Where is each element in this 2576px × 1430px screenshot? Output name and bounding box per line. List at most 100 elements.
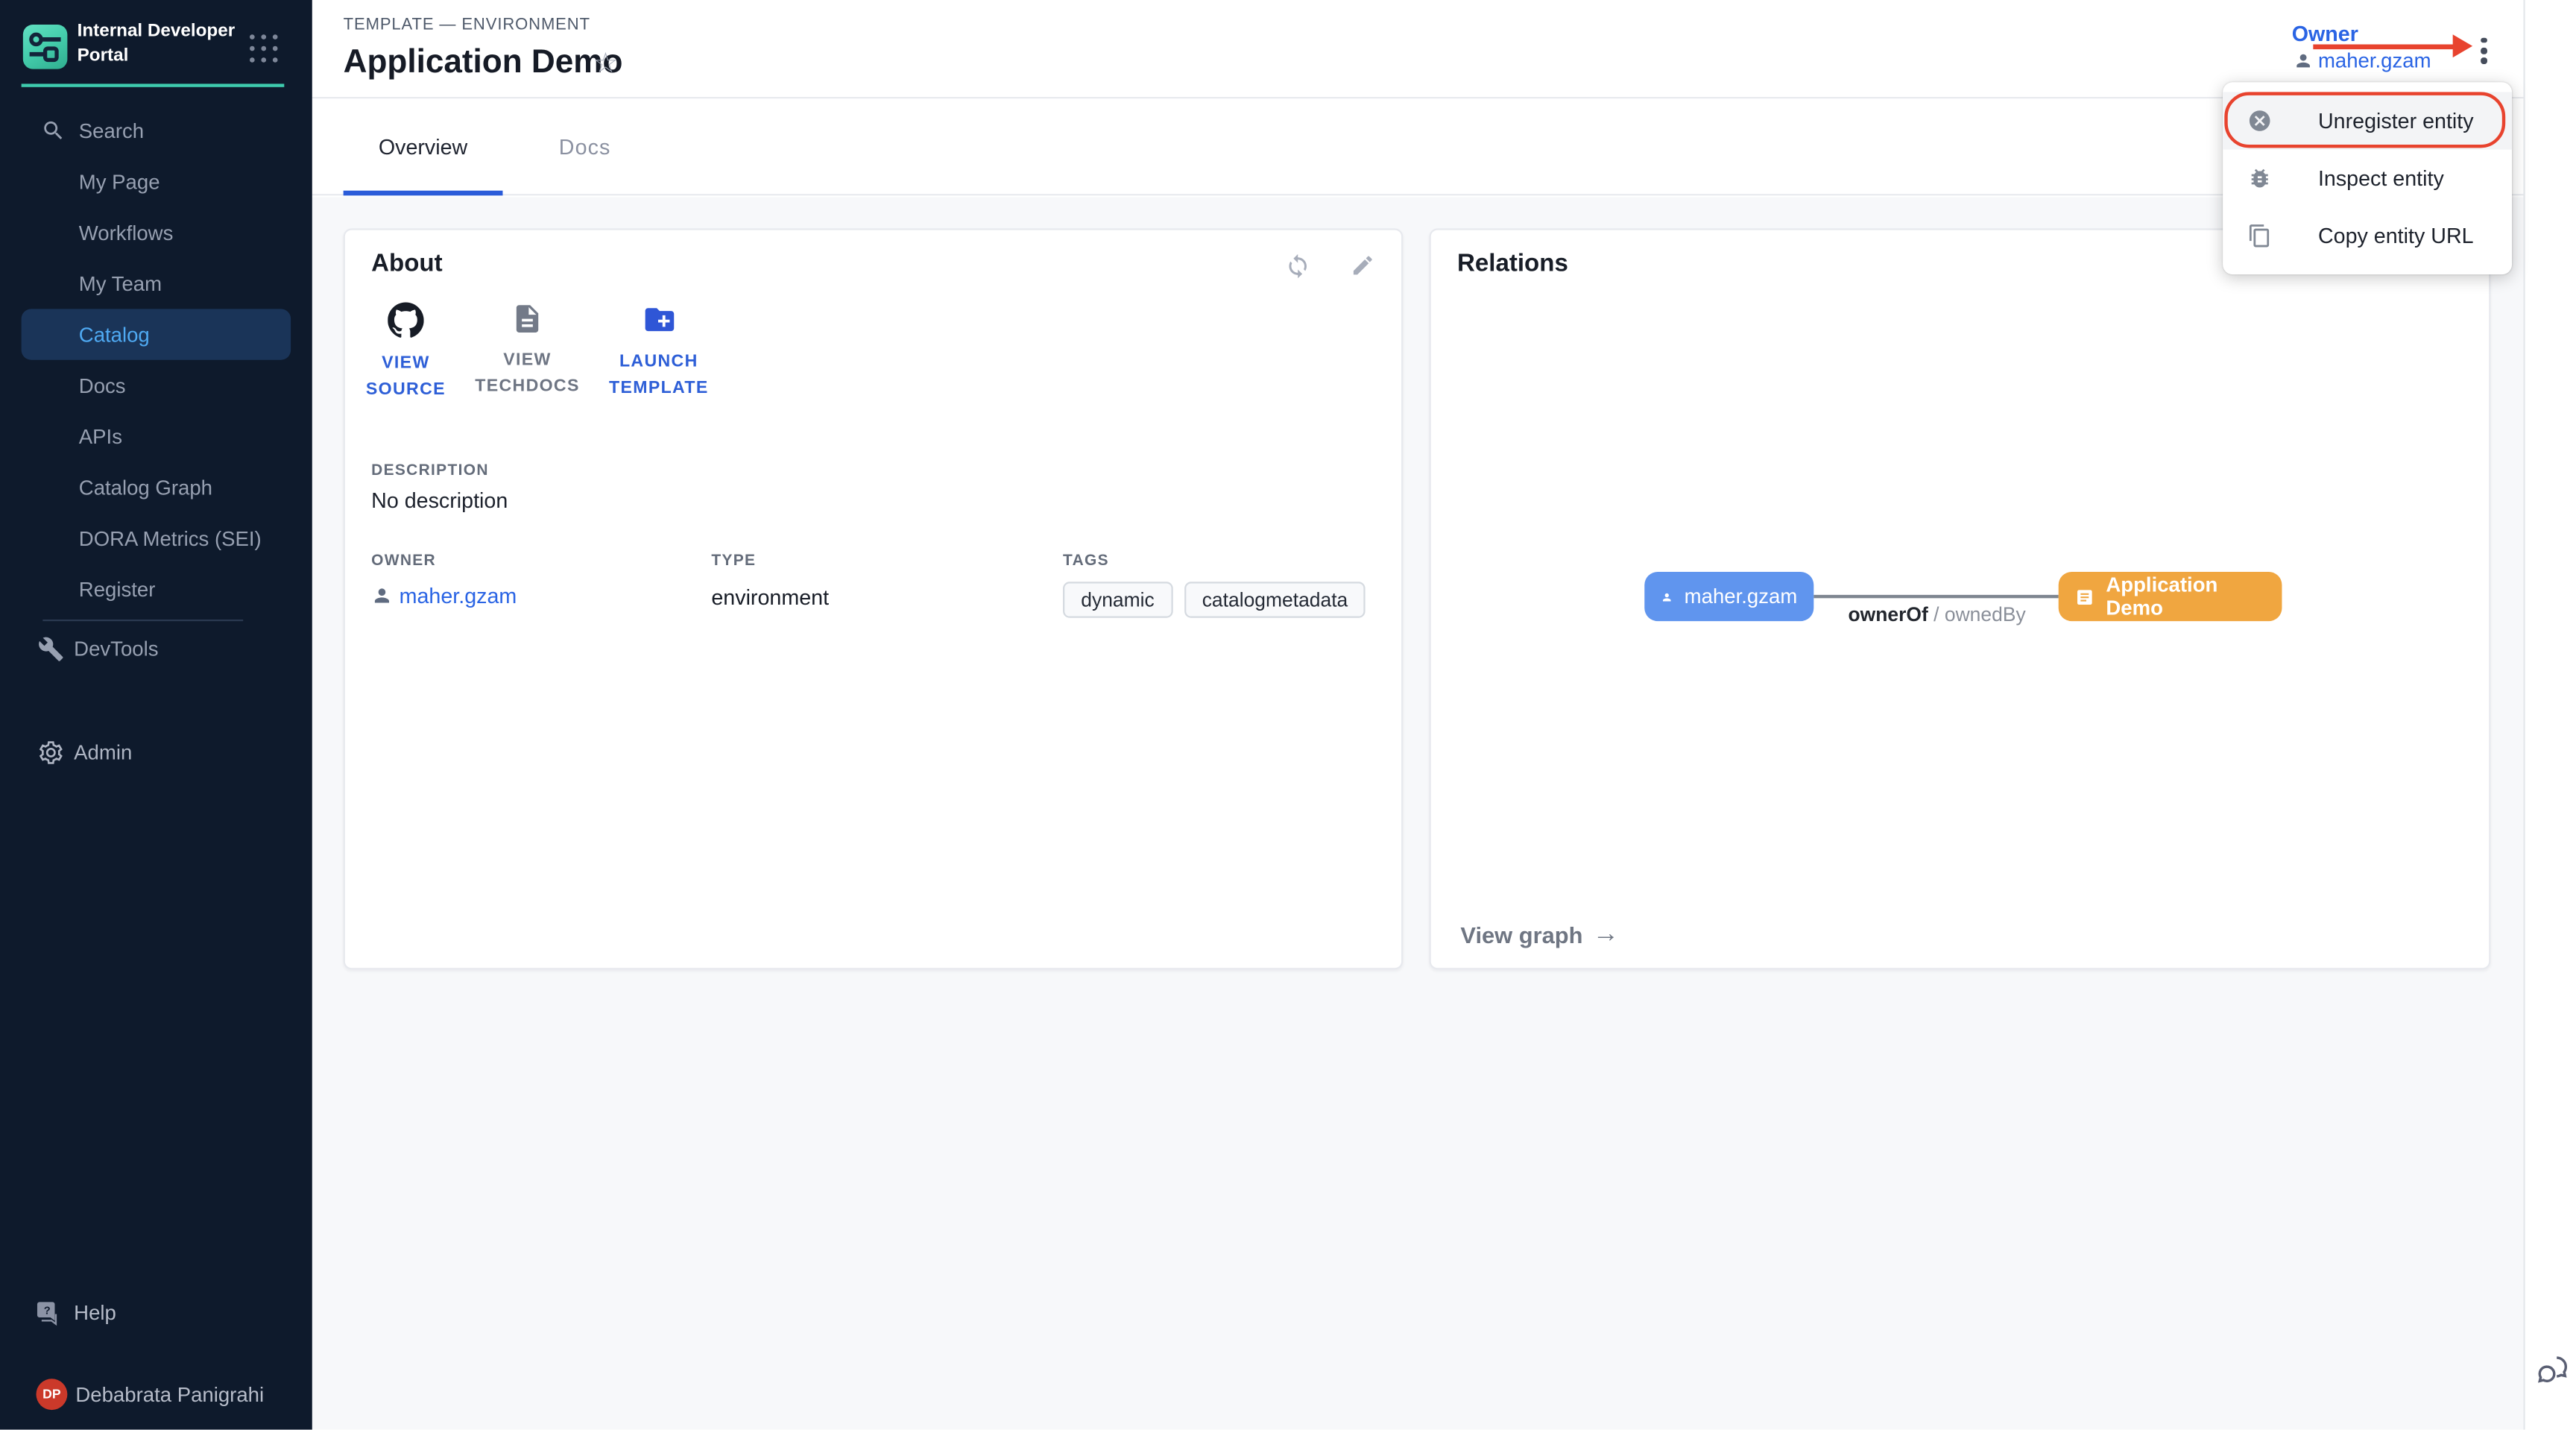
view-techdocs-button[interactable]: VIEW TECHDOCS: [476, 303, 578, 400]
sidebar-item-register[interactable]: Register: [0, 564, 312, 614]
action-label: SOURCE: [366, 379, 446, 399]
cancel-icon: [2247, 108, 2272, 133]
sidebar-item-label: Catalog: [79, 323, 150, 346]
menu-item-inspect-entity[interactable]: Inspect entity: [2223, 150, 2512, 207]
arrow-right-icon: →: [1593, 920, 1619, 950]
tab-docs[interactable]: Docs: [544, 98, 626, 195]
action-label: TECHDOCS: [475, 377, 579, 396]
type-value: environment: [711, 585, 829, 610]
bug-icon: [2247, 166, 2272, 191]
action-label: LAUNCH: [619, 352, 698, 371]
active-tab-indicator: [344, 191, 503, 196]
search-icon: [41, 119, 66, 143]
header-owner-label: Owner: [2292, 22, 2358, 46]
sidebar-item-label: Search: [79, 119, 144, 142]
sidebar-user[interactable]: DP Debabrata Panigrahi: [0, 1369, 312, 1420]
sidebar-item-label: APIs: [79, 425, 122, 448]
sidebar-item-docs[interactable]: Docs: [0, 360, 312, 411]
relation-node-label: Application Demo: [2106, 573, 2265, 620]
sidebar-item-label: Workflows: [79, 221, 174, 244]
wrench-icon: [38, 635, 64, 661]
edit-pencil-icon[interactable]: [1351, 253, 1375, 277]
menu-item-label: Unregister entity: [2318, 108, 2474, 133]
sidebar-item-label: Admin: [74, 740, 132, 763]
sidebar-item-search[interactable]: Search: [0, 105, 312, 156]
sidebar-item-devtools[interactable]: DevTools: [0, 623, 312, 673]
person-icon: [1661, 586, 1673, 608]
description-label: DESCRIPTION: [371, 462, 489, 479]
folder-plus-icon: [642, 303, 676, 337]
menu-item-label: Inspect entity: [2318, 166, 2444, 191]
relation-node-entity[interactable]: Application Demo: [2059, 572, 2282, 621]
menu-item-label: Copy entity URL: [2318, 224, 2474, 248]
sidebar-item-catalog-graph[interactable]: Catalog Graph: [0, 462, 312, 512]
action-label: VIEW: [382, 353, 429, 373]
menu-item-unregister-entity[interactable]: Unregister entity: [2223, 92, 2512, 149]
tag-chip[interactable]: dynamic: [1063, 582, 1172, 617]
template-doc-icon: [2075, 586, 2094, 608]
tag-chip[interactable]: catalogmetadata: [1184, 582, 1366, 617]
menu-item-copy-entity-url[interactable]: Copy entity URL: [2223, 207, 2512, 265]
owner-label: OWNER: [371, 552, 517, 570]
github-icon: [388, 303, 423, 338]
description-value: No description: [371, 488, 508, 513]
app-logo[interactable]: [23, 25, 68, 69]
sidebar-item-label: DevTools: [74, 637, 158, 660]
app-root: Internal Developer Portal Search My Page…: [0, 0, 2576, 1430]
launch-template-button[interactable]: LAUNCH TEMPLATE: [591, 303, 726, 401]
view-graph-label: View graph: [1460, 922, 1582, 948]
sidebar-item-label: Register: [79, 578, 156, 601]
copy-icon: [2247, 224, 2272, 248]
action-label: VIEW: [503, 350, 551, 369]
sidebar-item-label: DORA Metrics (SEI): [79, 526, 262, 549]
relation-edge-label: ownerOf / ownedBy: [1813, 603, 2060, 626]
view-graph-link[interactable]: View graph →: [1460, 920, 1619, 950]
sidebar-item-workflows[interactable]: Workflows: [0, 207, 312, 258]
type-label: TYPE: [711, 552, 829, 570]
header-owner-value: maher.gzam: [2318, 49, 2431, 72]
favorite-star-icon[interactable]: ☆: [593, 48, 619, 81]
pipeline-logo-icon: [23, 25, 68, 69]
help-chat-icon: ?: [33, 1299, 59, 1325]
sidebar-item-label: Docs: [79, 374, 126, 397]
sidebar: Internal Developer Portal Search My Page…: [0, 0, 312, 1430]
annotation-arrow-head: [2453, 34, 2472, 57]
sidebar-item-label: Catalog Graph: [79, 476, 212, 499]
action-label: TEMPLATE: [609, 378, 709, 397]
relations-card-title: Relations: [1457, 250, 1568, 277]
gear-icon: [38, 739, 64, 765]
feedback-chat-icon[interactable]: [2535, 1352, 2571, 1388]
sidebar-item-admin[interactable]: Admin: [0, 726, 312, 777]
annotation-arrow: [2313, 45, 2455, 50]
sidebar-item-label: Help: [74, 1301, 116, 1324]
person-icon: [371, 585, 393, 607]
svg-text:?: ?: [44, 1304, 51, 1316]
view-source-button[interactable]: VIEW SOURCE: [355, 303, 457, 403]
right-gutter: [2523, 0, 2576, 1430]
tags-label: TAGS: [1063, 552, 1366, 570]
about-card: About VIEW SOURCE VIEW TECHD: [344, 228, 1404, 969]
sidebar-nav: Search My Page Workflows My Team Catalog…: [0, 105, 312, 614]
sidebar-section-divider: [42, 620, 243, 621]
sidebar-item-catalog[interactable]: Catalog: [22, 309, 291, 359]
avatar: DP: [36, 1379, 67, 1410]
sidebar-item-dora-metrics[interactable]: DORA Metrics (SEI): [0, 513, 312, 564]
entity-context-menu: Unregister entity Inspect entity Copy en…: [2223, 82, 2512, 274]
about-owner-link[interactable]: maher.gzam: [371, 583, 517, 608]
tab-overview[interactable]: Overview: [344, 98, 503, 195]
sidebar-item-help[interactable]: ? Help: [0, 1287, 312, 1338]
refresh-icon[interactable]: [1285, 253, 1311, 279]
header-owner-link[interactable]: maher.gzam: [2294, 49, 2431, 72]
tab-bar: Overview Docs: [312, 98, 2524, 195]
sidebar-item-my-team[interactable]: My Team: [0, 258, 312, 309]
sidebar-item-apis[interactable]: APIs: [0, 411, 312, 462]
about-card-title: About: [371, 250, 442, 277]
relation-edge: [1813, 595, 2058, 597]
app-grid-icon[interactable]: [250, 34, 280, 64]
page-title: Application Demo: [344, 45, 623, 83]
sidebar-item-my-page[interactable]: My Page: [0, 156, 312, 207]
sidebar-divider-accent: [22, 84, 285, 86]
relation-node-label: maher.gzam: [1685, 585, 1798, 608]
relation-node-owner[interactable]: maher.gzam: [1644, 572, 1813, 621]
more-options-kebab-icon[interactable]: [2474, 38, 2493, 64]
